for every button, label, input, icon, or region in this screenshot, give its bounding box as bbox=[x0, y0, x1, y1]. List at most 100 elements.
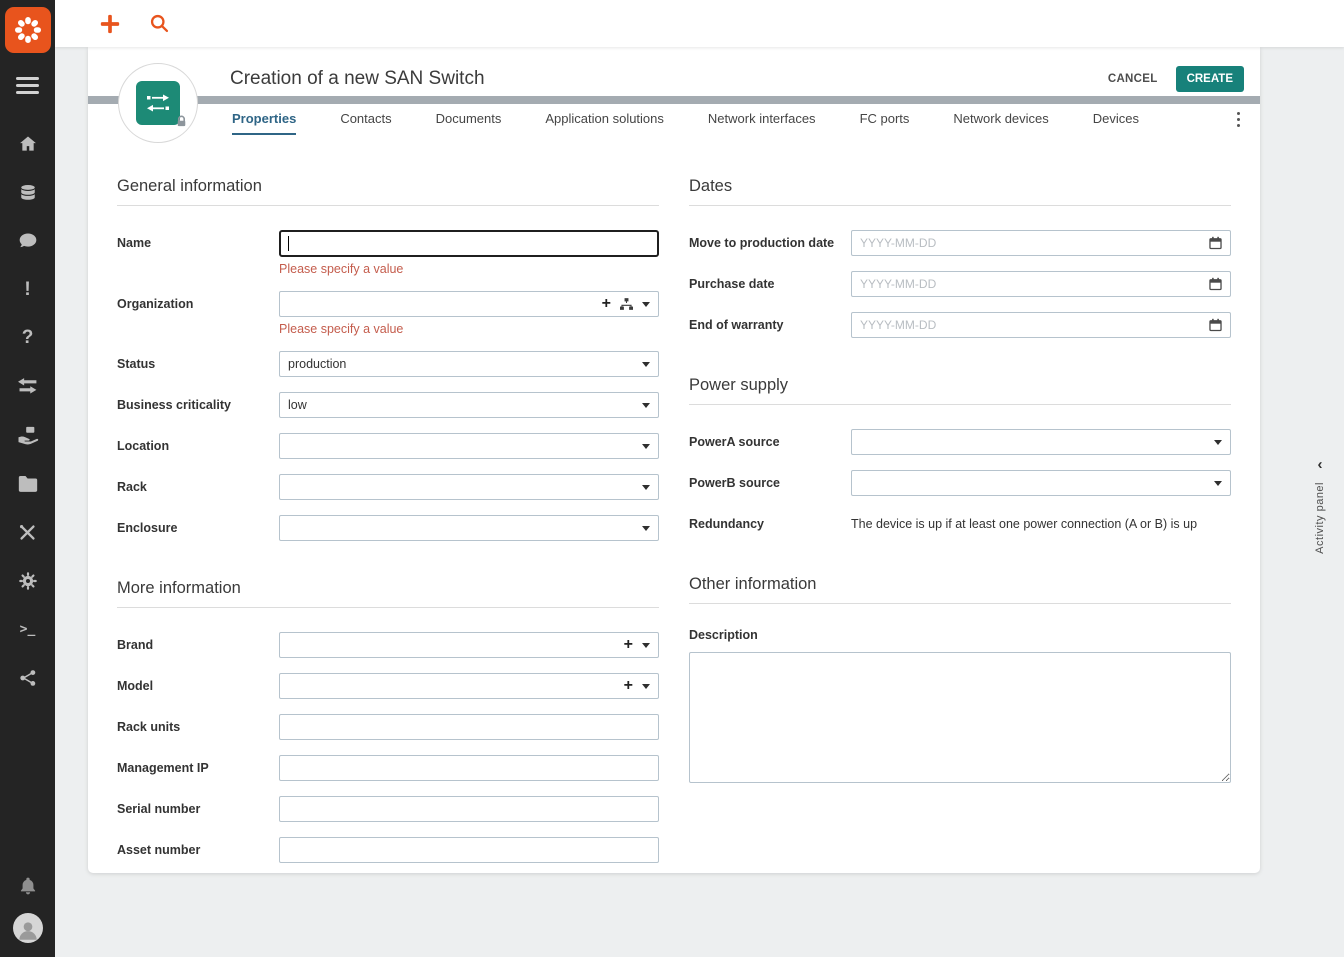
sidebar-item-chat[interactable] bbox=[0, 217, 55, 266]
brand-add-icon[interactable]: + bbox=[624, 637, 633, 653]
tab-contacts[interactable]: Contacts bbox=[340, 104, 391, 135]
field-location: Location bbox=[117, 433, 659, 459]
serial-number-label: Serial number bbox=[117, 796, 279, 822]
global-search-button[interactable] bbox=[149, 13, 170, 34]
sidebar-item-settings[interactable] bbox=[0, 557, 55, 606]
model-add-icon[interactable]: + bbox=[624, 678, 633, 694]
section-title-other: Other information bbox=[689, 575, 1231, 604]
brand-select[interactable]: + bbox=[279, 632, 659, 658]
caret-down-icon bbox=[642, 526, 650, 531]
rack-select[interactable] bbox=[279, 474, 659, 500]
status-label: Status bbox=[117, 351, 279, 377]
model-select[interactable]: + bbox=[279, 673, 659, 699]
organization-select[interactable]: + bbox=[279, 291, 659, 317]
field-purchase-date: Purchase date bbox=[689, 271, 1231, 297]
chevron-left-icon[interactable]: ‹ bbox=[1318, 457, 1323, 472]
end-of-warranty-input[interactable] bbox=[860, 318, 1203, 332]
management-ip-label: Management IP bbox=[117, 755, 279, 781]
global-topbar bbox=[55, 0, 1344, 47]
model-label: Model bbox=[117, 673, 279, 699]
sidebar-item-home[interactable] bbox=[0, 120, 55, 169]
activity-panel-toggle[interactable]: ‹ Activity panel bbox=[1314, 457, 1326, 554]
field-rack: Rack bbox=[117, 474, 659, 500]
powerb-source-select[interactable] bbox=[851, 470, 1231, 496]
bell-icon[interactable] bbox=[18, 876, 38, 896]
enclosure-select[interactable] bbox=[279, 515, 659, 541]
caret-down-icon[interactable] bbox=[642, 643, 650, 648]
calendar-icon[interactable] bbox=[1209, 277, 1222, 291]
rack-units-label: Rack units bbox=[117, 714, 279, 740]
header-ribbon bbox=[88, 96, 1260, 104]
card-header: Creation of a new SAN Switch CANCEL CREA… bbox=[88, 47, 1260, 96]
tab-properties[interactable]: Properties bbox=[232, 104, 296, 135]
form-left-column: General information Name Please specify … bbox=[117, 177, 659, 878]
rack-label: Rack bbox=[117, 474, 279, 500]
sidebar-item-support[interactable] bbox=[0, 411, 55, 460]
hamburger-menu-icon[interactable] bbox=[10, 67, 45, 104]
activity-panel-label: Activity panel bbox=[1314, 482, 1326, 554]
lock-icon bbox=[175, 115, 188, 133]
caret-down-icon[interactable] bbox=[642, 684, 650, 689]
name-input[interactable] bbox=[279, 230, 659, 257]
form-grid: General information Name Please specify … bbox=[88, 135, 1260, 908]
itop-logo-icon[interactable] bbox=[5, 7, 51, 53]
organization-error: Please specify a value bbox=[279, 322, 659, 336]
business-criticality-value: low bbox=[288, 398, 307, 412]
tab-application-solutions[interactable]: Application solutions bbox=[545, 104, 664, 135]
new-object-button[interactable] bbox=[99, 13, 121, 35]
business-criticality-select[interactable]: low bbox=[279, 392, 659, 418]
caret-down-icon[interactable] bbox=[642, 302, 650, 307]
end-of-warranty-datebox bbox=[851, 312, 1231, 338]
content-area: Creation of a new SAN Switch CANCEL CREA… bbox=[55, 47, 1344, 957]
field-redundancy: Redundancy The device is up if at least … bbox=[689, 511, 1231, 537]
user-avatar[interactable] bbox=[13, 913, 43, 943]
calendar-icon[interactable] bbox=[1209, 318, 1222, 332]
sidebar-item-documents[interactable] bbox=[0, 460, 55, 509]
page-title: Creation of a new SAN Switch bbox=[230, 68, 485, 90]
powerb-source-label: PowerB source bbox=[689, 470, 851, 496]
san-switch-icon bbox=[136, 81, 180, 125]
tab-network-interfaces[interactable]: Network interfaces bbox=[708, 104, 816, 135]
sidebar-item-share[interactable] bbox=[0, 654, 55, 703]
tab-bar: Properties Contacts Documents Applicatio… bbox=[88, 104, 1260, 135]
field-end-of-warranty: End of warranty bbox=[689, 312, 1231, 338]
end-of-warranty-label: End of warranty bbox=[689, 312, 851, 338]
hierarchy-icon[interactable] bbox=[620, 298, 633, 310]
rack-units-input[interactable] bbox=[279, 714, 659, 740]
tab-fc-ports[interactable]: FC ports bbox=[860, 104, 910, 135]
tabs-overflow-menu-icon[interactable] bbox=[1233, 104, 1245, 135]
status-select[interactable]: production bbox=[279, 351, 659, 377]
powera-source-select[interactable] bbox=[851, 429, 1231, 455]
create-button[interactable]: CREATE bbox=[1176, 66, 1244, 92]
name-error: Please specify a value bbox=[279, 262, 659, 276]
sidebar-item-help[interactable]: ? bbox=[0, 314, 55, 363]
transfer-arrows-icon bbox=[18, 378, 38, 395]
serial-number-input[interactable] bbox=[279, 796, 659, 822]
caret-down-icon bbox=[642, 485, 650, 490]
calendar-icon[interactable] bbox=[1209, 236, 1222, 250]
tab-devices[interactable]: Devices bbox=[1093, 104, 1139, 135]
cancel-button[interactable]: CANCEL bbox=[1108, 73, 1158, 85]
sidebar-item-transfer[interactable] bbox=[0, 363, 55, 412]
management-ip-input[interactable] bbox=[279, 755, 659, 781]
field-business-criticality: Business criticality low bbox=[117, 392, 659, 418]
move-to-production-datebox bbox=[851, 230, 1231, 256]
location-select[interactable] bbox=[279, 433, 659, 459]
purchase-date-input[interactable] bbox=[860, 277, 1203, 291]
field-asset-number: Asset number bbox=[117, 837, 659, 863]
tab-network-devices[interactable]: Network devices bbox=[953, 104, 1048, 135]
brand-label: Brand bbox=[117, 632, 279, 658]
sidebar-item-alerts[interactable]: ! bbox=[0, 266, 55, 315]
organization-add-icon[interactable]: + bbox=[602, 296, 611, 312]
move-to-production-input[interactable] bbox=[860, 236, 1203, 250]
asset-number-input[interactable] bbox=[279, 837, 659, 863]
field-brand: Brand + bbox=[117, 632, 659, 658]
sidebar-item-console[interactable]: >_ bbox=[0, 605, 55, 654]
sidebar-item-data[interactable] bbox=[0, 169, 55, 218]
field-move-to-production-date: Move to production date bbox=[689, 230, 1231, 256]
tab-documents[interactable]: Documents bbox=[436, 104, 502, 135]
section-title-dates: Dates bbox=[689, 177, 1231, 206]
description-textarea[interactable] bbox=[689, 652, 1231, 783]
gear-icon bbox=[18, 571, 38, 591]
sidebar-item-admin-tools[interactable] bbox=[0, 508, 55, 557]
